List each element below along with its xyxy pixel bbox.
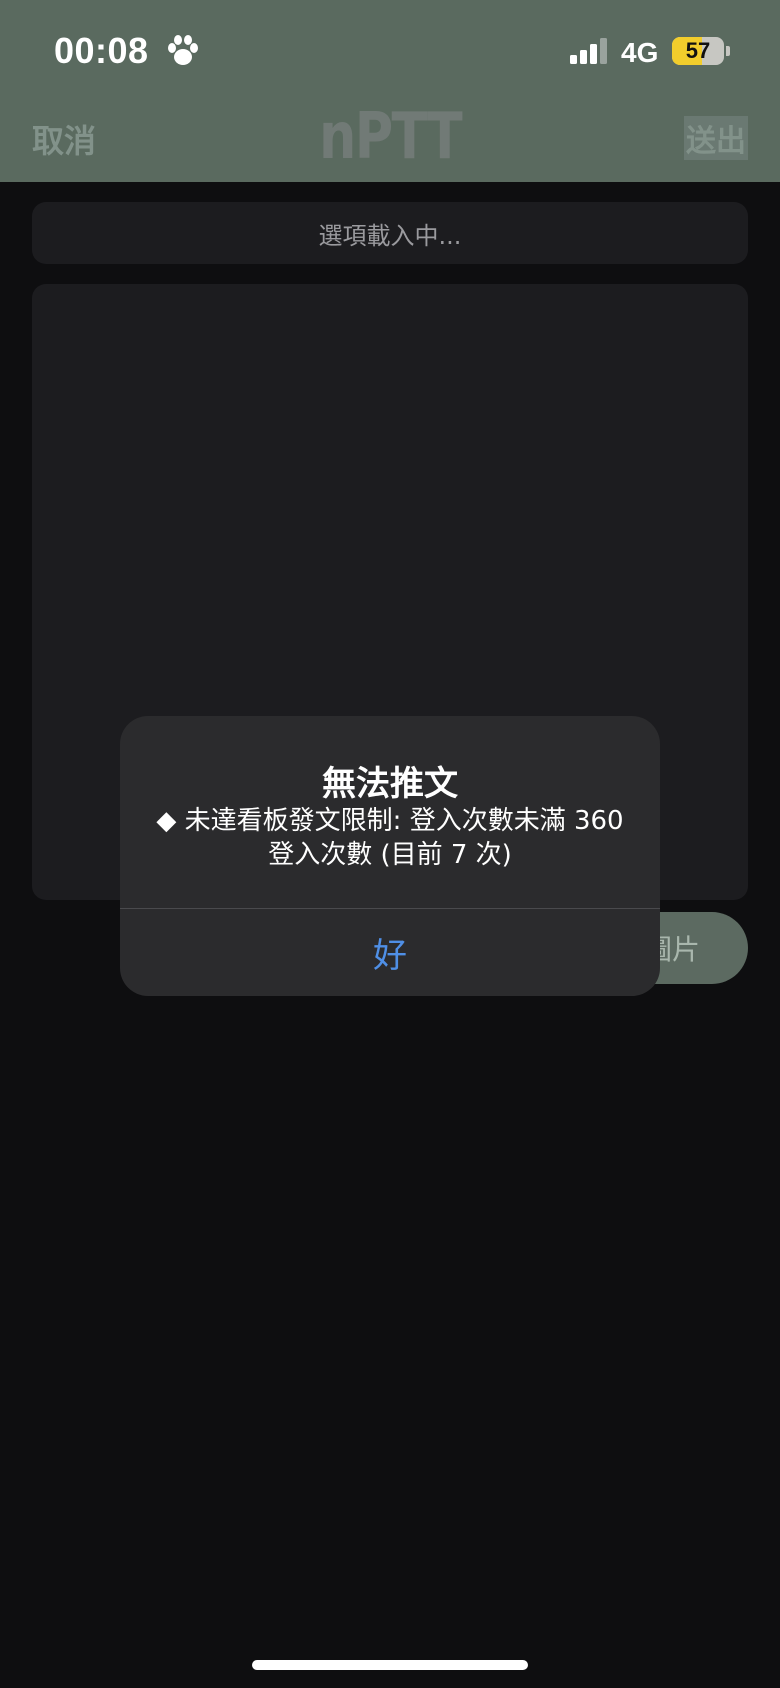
options-select[interactable]: 選項載入中... (32, 202, 748, 264)
send-button[interactable]: 送出 (684, 116, 748, 160)
app-title: nPTT (318, 100, 463, 174)
status-bar: 00:08 4G 57 (0, 0, 780, 100)
alert-dialog: 無法推文 ◆ 未達看板發文限制: 登入次數未滿 360 登入次數 (目前 7 次… (120, 716, 660, 996)
alert-message: ◆ 未達看板發文限制: 登入次數未滿 360 登入次數 (目前 7 次) (140, 804, 640, 872)
network-label: 4G (621, 37, 659, 68)
home-indicator[interactable] (252, 1660, 528, 1670)
alert-message-line-1: ◆ 未達看板發文限制: 登入次數未滿 360 (156, 806, 624, 836)
cellular-signal-icon (570, 38, 607, 64)
status-time: 00:08 (54, 30, 149, 71)
alert-ok-button[interactable]: 好 (120, 909, 660, 996)
screen: 00:08 4G 57 取消 nPTT 送出 選項載入中... 圖片 無法推文 (0, 0, 780, 1688)
battery-icon: 57 (672, 37, 724, 65)
battery-level: 57 (685, 38, 711, 63)
paw-icon (168, 35, 198, 65)
battery-cap (726, 46, 730, 56)
alert-title: 無法推文 (322, 764, 458, 804)
alert-message-line-2: 登入次數 (目前 7 次) (268, 840, 512, 870)
